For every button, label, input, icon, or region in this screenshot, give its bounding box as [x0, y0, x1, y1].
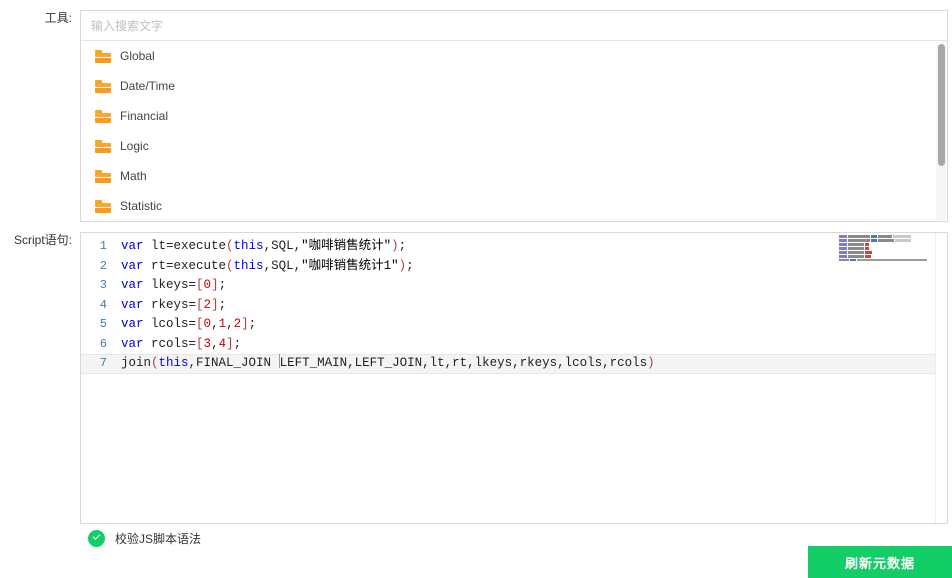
footer-bar: 刷新元数据	[0, 546, 952, 578]
tree-item-statistic[interactable]: Statistic	[81, 191, 947, 221]
tools-list-scrollbar[interactable]	[936, 42, 946, 220]
code-line-active[interactable]: 7 join(this,FINAL_JOIN LEFT_MAIN,LEFT_JO…	[81, 354, 947, 374]
code-line-text[interactable]: var rkeys=[2];	[121, 296, 226, 316]
tree-item-label: Statistic	[120, 198, 162, 214]
line-number: 2	[81, 257, 121, 277]
folder-icon	[95, 110, 111, 123]
editor-scrollbar[interactable]	[935, 233, 947, 523]
validation-row[interactable]: 校验JS脚本语法	[88, 530, 201, 547]
tree-item-label: Logic	[120, 138, 149, 154]
script-editor[interactable]: 1 var lt=execute(this,SQL,"咖啡销售统计"); 2 v…	[80, 232, 948, 524]
tools-panel: Global Date/Time Financial Logic	[80, 10, 948, 222]
script-section: Script语句: 1 var lt=execute(this,SQL,"咖啡销…	[0, 232, 952, 524]
code-line[interactable]: 2 var rt=execute(this,SQL,"咖啡销售统计1");	[81, 257, 947, 277]
tree-item-label: Math	[120, 168, 147, 184]
tools-tree-list[interactable]: Global Date/Time Financial Logic	[81, 41, 947, 221]
code-line[interactable]: 6 var rcols=[3,4];	[81, 335, 947, 355]
tree-item-label: Financial	[120, 108, 168, 124]
code-line-text[interactable]: var lcols=[0,1,2];	[121, 315, 256, 335]
folder-icon	[95, 200, 111, 213]
tree-item-financial[interactable]: Financial	[81, 101, 947, 131]
code-line-text[interactable]: var rcols=[3,4];	[121, 335, 241, 355]
folder-icon	[95, 170, 111, 183]
code-line-text[interactable]: var lkeys=[0];	[121, 276, 226, 296]
tools-section: 工具: Global Date/Time Financial	[0, 10, 952, 222]
tree-item-global[interactable]: Global	[81, 41, 947, 71]
tree-item-label: Date/Time	[120, 78, 175, 94]
tree-item-date-time[interactable]: Date/Time	[81, 71, 947, 101]
line-number: 4	[81, 296, 121, 316]
refresh-metadata-button[interactable]: 刷新元数据	[808, 546, 952, 578]
line-number: 7	[81, 354, 121, 374]
search-input[interactable]	[81, 11, 947, 41]
tree-item-label: Global	[120, 48, 155, 64]
code-line[interactable]: 5 var lcols=[0,1,2];	[81, 315, 947, 335]
code-line-text[interactable]: var rt=execute(this,SQL,"咖啡销售统计1");	[121, 257, 414, 277]
code-line[interactable]: 4 var rkeys=[2];	[81, 296, 947, 316]
folder-icon	[95, 140, 111, 153]
code-area[interactable]: 1 var lt=execute(this,SQL,"咖啡销售统计"); 2 v…	[81, 233, 947, 523]
line-number: 1	[81, 237, 121, 257]
code-line[interactable]: 1 var lt=execute(this,SQL,"咖啡销售统计");	[81, 237, 947, 257]
tools-label: 工具:	[0, 10, 80, 26]
folder-icon	[95, 80, 111, 93]
tree-item-logic[interactable]: Logic	[81, 131, 947, 161]
code-line[interactable]: 3 var lkeys=[0];	[81, 276, 947, 296]
validate-script-link[interactable]: 校验JS脚本语法	[115, 530, 201, 547]
line-number: 3	[81, 276, 121, 296]
scrollbar-thumb[interactable]	[938, 44, 945, 166]
script-label: Script语句:	[0, 232, 80, 248]
line-number: 5	[81, 315, 121, 335]
code-line-text[interactable]: var lt=execute(this,SQL,"咖啡销售统计");	[121, 237, 406, 257]
code-line-text[interactable]: join(this,FINAL_JOIN LEFT_MAIN,LEFT_JOIN…	[121, 354, 655, 374]
editor-minimap[interactable]	[839, 235, 935, 261]
line-number: 6	[81, 335, 121, 355]
success-check-icon	[88, 530, 105, 547]
tree-item-math[interactable]: Math	[81, 161, 947, 191]
folder-icon	[95, 50, 111, 63]
